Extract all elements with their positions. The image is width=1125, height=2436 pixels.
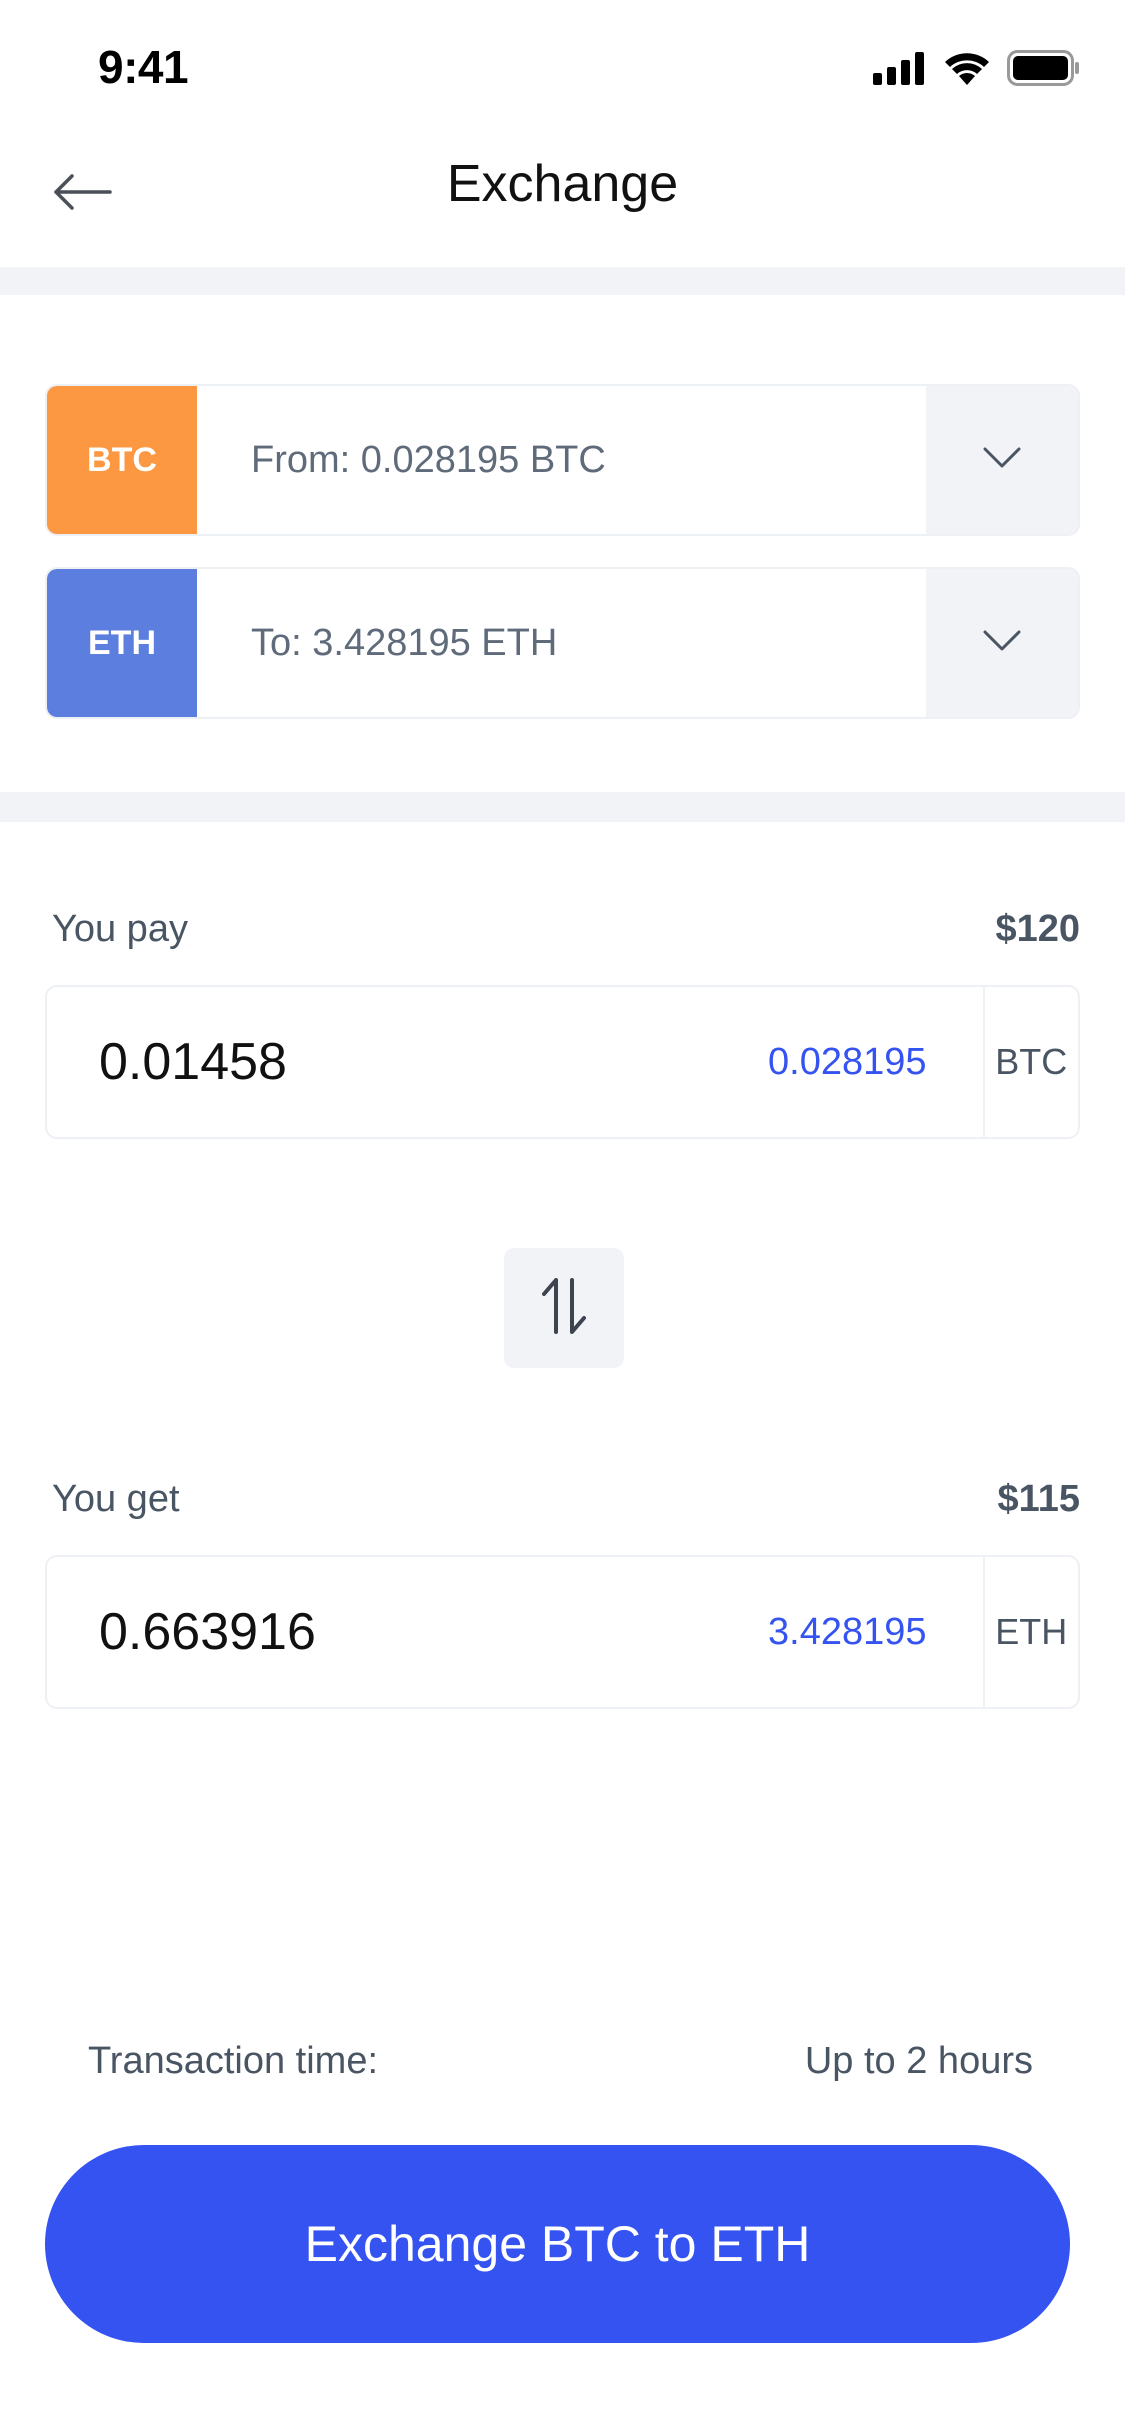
pay-balance-link[interactable]: 0.028195 bbox=[768, 987, 983, 1137]
chevron-down-icon bbox=[982, 446, 1022, 475]
swap-button[interactable] bbox=[504, 1248, 624, 1368]
swap-vertical-icon bbox=[539, 1274, 589, 1343]
status-bar: 9:41 bbox=[0, 0, 1125, 132]
get-amount-box: 3.428195 ETH bbox=[45, 1555, 1080, 1709]
get-usd-value: $115 bbox=[997, 1478, 1080, 1520]
to-currency-selector[interactable]: ETH To: 3.428195 ETH bbox=[45, 567, 1080, 719]
cellular-signal-icon bbox=[873, 51, 927, 90]
pay-usd-value: $120 bbox=[995, 908, 1080, 950]
transaction-time-value: Up to 2 hours bbox=[804, 2040, 1033, 2082]
section-divider bbox=[0, 792, 1125, 822]
pay-label: You pay bbox=[52, 908, 188, 950]
get-balance-link[interactable]: 3.428195 bbox=[768, 1557, 983, 1707]
transaction-time-label: Transaction time: bbox=[88, 2040, 379, 2082]
from-selector-label: From: 0.028195 BTC bbox=[251, 438, 606, 481]
transaction-time-row: Transaction time: Up to 2 hours bbox=[88, 2040, 1033, 2083]
from-selector-dropdown[interactable] bbox=[926, 386, 1078, 534]
pay-amount-input[interactable] bbox=[47, 987, 768, 1137]
exchange-button[interactable]: Exchange BTC to ETH bbox=[45, 2145, 1070, 2343]
pay-currency: BTC bbox=[982, 987, 1079, 1137]
from-coin-badge: BTC bbox=[47, 386, 197, 534]
page-title: Exchange bbox=[446, 155, 679, 213]
nav-bar: Exchange bbox=[0, 132, 1125, 267]
get-label: You get bbox=[52, 1478, 180, 1520]
to-selector-dropdown[interactable] bbox=[926, 569, 1078, 717]
from-currency-selector[interactable]: BTC From: 0.028195 BTC bbox=[45, 384, 1080, 536]
to-selector-label: To: 3.428195 ETH bbox=[251, 621, 558, 664]
pay-amount-box: 0.028195 BTC bbox=[45, 985, 1080, 1139]
battery-icon bbox=[1007, 50, 1081, 91]
status-time: 9:41 bbox=[98, 41, 189, 93]
get-currency: ETH bbox=[982, 1557, 1079, 1707]
section-divider bbox=[0, 267, 1125, 295]
chevron-down-icon bbox=[982, 629, 1022, 658]
status-icons bbox=[873, 50, 1081, 91]
get-amount-input[interactable] bbox=[47, 1557, 768, 1707]
to-coin-badge: ETH bbox=[47, 569, 197, 717]
wifi-icon bbox=[943, 50, 991, 91]
